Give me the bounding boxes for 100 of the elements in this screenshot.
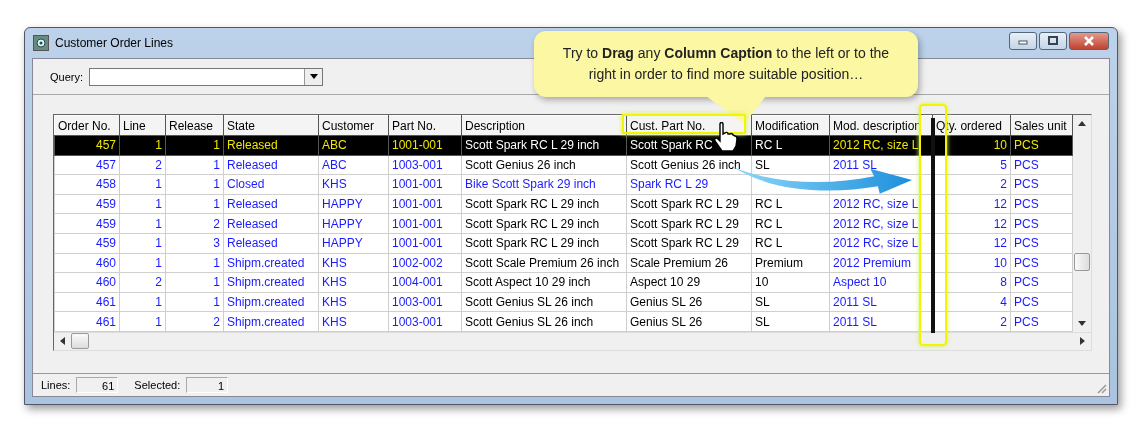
table-cell: Shipm.created: [227, 255, 305, 270]
table-cell: Released: [227, 216, 278, 231]
table-row[interactable]: 461 1 2 Shipm.created KHS 1003-001 Scott Genius SL 26 inch Genius SL 26 SL 2011 SL 2 PCS: [54, 311, 1073, 332]
table-cell: Scott Spark RC L 29: [630, 197, 739, 212]
table-cell: Aspect 10: [833, 275, 887, 290]
table-cell: 2: [213, 314, 220, 329]
table-cell: 460: [95, 255, 116, 270]
table-cell: 12: [993, 216, 1007, 231]
table-cell: 460: [95, 275, 116, 290]
query-label: Query:: [50, 70, 83, 83]
table-cell: 1001-001: [392, 216, 443, 231]
table-row[interactable]: 460 1 1 Shipm.created KHS 1002-002 Scott Scale Premium 26 inch Scale Premium 26 Premium 2012 Premium 10 PCS: [54, 253, 1073, 273]
column-header[interactable]: Mod. description: [829, 115, 933, 136]
status-label: Selected:: [134, 379, 181, 391]
table-cell: Shipm.created: [227, 314, 305, 329]
table-row[interactable]: 459 1 3 Released HAPPY 1001-001 Scott Spark RC L 29 inch Scott Spark RC L 29 RC L 2012 RC, size L 12 PCS: [54, 233, 1073, 254]
window-title: Customer Order Lines: [55, 36, 174, 50]
table-cell: 1001-001: [392, 177, 443, 192]
table-cell: ABC: [322, 157, 347, 172]
horizontal-scrollbar[interactable]: [54, 331, 1091, 350]
column-header[interactable]: Release: [165, 115, 224, 136]
table-row[interactable]: 459 1 2 Released HAPPY 1001-001 Scott Spark RC L 29 inch Scott Spark RC L 29 RC L 2012 RC, size L 12 PCS: [54, 213, 1073, 234]
scroll-thumb[interactable]: [1074, 253, 1090, 272]
table-cell: PCS: [1014, 216, 1039, 231]
table-cell: 1003-001: [392, 314, 443, 329]
table-cell: PCS: [1014, 157, 1039, 172]
column-header[interactable]: Line: [119, 115, 166, 136]
maximize-button[interactable]: [1039, 32, 1067, 50]
table-cell: Scott Genius SL 26 inch: [465, 314, 594, 329]
table-cell: PCS: [1014, 314, 1039, 329]
table-cell: 1: [155, 295, 162, 310]
table-cell: Released: [227, 197, 278, 212]
table-cell: Released: [227, 157, 278, 172]
table-cell: PCS: [1014, 255, 1039, 270]
table-cell: RC L: [755, 197, 783, 212]
table-cell: 1: [155, 197, 162, 212]
scroll-thumb[interactable]: [71, 333, 89, 350]
column-header[interactable]: Sales unit: [1010, 115, 1073, 136]
table-cell: RC L: [755, 216, 783, 231]
table-cell: 2011 SL: [833, 157, 877, 172]
table-cell: 1001-001: [392, 197, 443, 212]
column-header[interactable]: Customer: [318, 115, 389, 136]
table-cell: 2: [1000, 177, 1007, 192]
table-cell: 2012 RC, size L: [833, 216, 919, 231]
table-cell: Genius SL 26: [630, 295, 703, 310]
table-cell: Released: [227, 138, 278, 153]
table-cell: 2: [1000, 314, 1007, 329]
status-value: 1: [186, 377, 229, 393]
minimize-button[interactable]: [1009, 32, 1037, 50]
table-cell: 5: [1000, 157, 1007, 172]
close-button[interactable]: [1069, 32, 1109, 50]
status-value: 61: [76, 377, 119, 393]
table-cell: 461: [95, 295, 116, 310]
table-cell: 1: [213, 177, 220, 192]
table-cell: Scott Genius 26 inch: [465, 157, 576, 172]
table-row[interactable]: 457 2 1 Released ABC 1003-001 Scott Genius 26 inch Scott Genius 26 inch SL 2011 SL 5 PCS: [54, 155, 1073, 175]
table-cell: 2: [155, 157, 162, 172]
table-row[interactable]: 458 1 1 Closed KHS 1001-001 Bike Scott Spark 29 inch Spark RC L 29 2 PCS: [54, 174, 1073, 195]
table-cell: 2: [155, 275, 162, 290]
table-cell: Scott Spark RC L 29 inch: [465, 197, 600, 212]
status-label: Lines:: [41, 379, 71, 391]
table-cell: KHS: [322, 275, 347, 290]
column-header[interactable]: Order No.: [54, 115, 120, 136]
table-cell: RC L: [755, 236, 783, 251]
table-cell: SL: [755, 295, 770, 310]
column-header[interactable]: Description: [461, 115, 627, 136]
table-cell: 12: [993, 236, 1007, 251]
table-cell: Aspect 10 29: [630, 275, 701, 290]
table-cell: RC L: [755, 138, 783, 153]
scroll-right-icon: [1080, 337, 1085, 346]
table-row[interactable]: 459 1 1 Released HAPPY 1001-001 Scott Spark RC L 29 inch Scott Spark RC L 29 RC L 2012 RC, size L 12 PCS: [54, 194, 1073, 214]
table-cell: Closed: [227, 177, 265, 192]
table-row[interactable]: 457 1 1 Released ABC 1001-001 Scott Spark RC L 29 inch Scott Spark RC RC L 2012 RC, size L 10 PCS: [54, 135, 1073, 156]
resize-grip-icon: [1095, 382, 1107, 394]
callout-text: Try to Drag any Column Caption to the left or to the right in order to find more suitable position…: [561, 44, 891, 84]
table-cell: 1: [155, 236, 162, 251]
column-header[interactable]: Part No.: [388, 115, 462, 136]
table-cell: 1: [213, 197, 220, 212]
table-cell: 459: [95, 236, 116, 251]
table-cell: HAPPY: [322, 216, 363, 231]
table-cell: SL: [755, 314, 770, 329]
column-header[interactable]: Modification: [751, 115, 830, 136]
table-cell: PCS: [1014, 295, 1039, 310]
table-row[interactable]: 461 1 1 Shipm.created KHS 1003-001 Scott Genius SL 26 inch Genius SL 26 SL 2011 SL 4 PCS: [54, 292, 1073, 312]
table-row[interactable]: 460 2 1 Shipm.created KHS 1004-001 Scott Aspect 10 29 inch Aspect 10 29 10 Aspect 10 8 PCS: [54, 272, 1073, 293]
query-dropdown[interactable]: [89, 67, 323, 86]
table-cell: 12: [993, 197, 1007, 212]
table-cell: 1: [213, 255, 220, 270]
table-cell: 1: [213, 275, 220, 290]
table-cell: 1: [155, 138, 162, 153]
column-header[interactable]: State: [223, 115, 319, 136]
table-cell: 2011 SL: [833, 295, 877, 310]
table-cell: Genius SL 26: [630, 314, 703, 329]
close-icon: [1083, 36, 1095, 46]
table-cell: KHS: [322, 314, 347, 329]
table-cell: KHS: [322, 255, 347, 270]
table-cell: 2: [213, 216, 220, 231]
table-cell: Scott Genius 26 inch: [630, 157, 741, 172]
table-cell: PCS: [1014, 236, 1039, 251]
table-cell: 1003-001: [392, 157, 443, 172]
